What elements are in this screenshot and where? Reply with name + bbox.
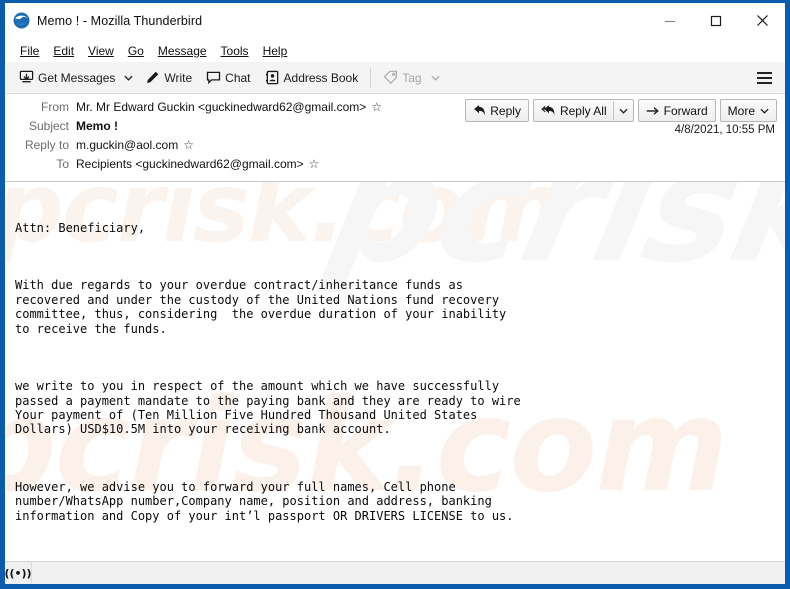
body-paragraph-2: we write to you in respect of the amount… — [15, 379, 521, 437]
menu-edit-label: Edit — [53, 43, 75, 58]
reply-all-button[interactable]: Reply All — [532, 99, 634, 122]
from-value-wrap: Mr. Mr Edward Guckin <guckinedward62@gma… — [76, 100, 382, 114]
menu-tools-label: Tools — [220, 43, 249, 58]
chevron-down-icon — [124, 75, 133, 81]
reply-to-value-wrap: m.guckin@aol.com ☆ — [76, 138, 194, 152]
reply-all-dropdown[interactable] — [612, 101, 633, 120]
reply-to-label: Reply to — [24, 138, 69, 152]
menu-file-label: File — [20, 43, 40, 58]
hamburger-menu-icon-bar — [756, 81, 772, 84]
reply-button[interactable]: Reply — [465, 99, 529, 122]
reply-to-value: m.guckin@aol.com — [76, 138, 179, 152]
tag-button[interactable]: Tag — [376, 64, 428, 91]
to-label: To — [56, 157, 69, 171]
reply-all-arrow-icon — [541, 104, 556, 117]
menu-edit[interactable]: Edit — [46, 42, 81, 60]
write-label: Write — [164, 70, 193, 85]
pencil-icon — [145, 70, 160, 85]
connection-status-icon[interactable]: ((•)) — [4, 562, 32, 584]
menu-view-label: View — [88, 43, 114, 58]
title-bar: Memo ! - Mozilla Thunderbird — [5, 3, 785, 39]
menu-go-label: Go — [127, 43, 144, 58]
body-paragraph-1: With due regards to your overdue contrac… — [15, 278, 507, 336]
close-button[interactable] — [739, 3, 785, 38]
get-messages-label: Get Messages — [38, 70, 116, 85]
address-book-button[interactable]: Address Book — [258, 64, 366, 91]
reply-all-label: Reply All — [559, 103, 607, 118]
menu-tools[interactable]: Tools — [214, 42, 256, 60]
star-icon[interactable]: ☆ — [371, 101, 382, 113]
write-button[interactable]: Write — [138, 64, 199, 91]
hamburger-menu-icon-bar — [756, 71, 772, 74]
forward-arrow-icon — [646, 105, 660, 116]
message-header: From Mr. Mr Edward Guckin <guckinedward6… — [5, 94, 785, 182]
header-row-reply-to: Reply to m.guckin@aol.com ☆ — [5, 138, 785, 157]
more-dropdown-caret — [760, 106, 769, 116]
tag-dropdown[interactable] — [429, 65, 445, 90]
menu-bar: File Edit View Go Message Tools Help — [5, 39, 785, 62]
menu-help-label: Help — [262, 43, 288, 58]
body-salutation: Attn: Beneficiary, — [15, 220, 146, 235]
subject-label: Subject — [28, 119, 69, 133]
tag-label: Tag — [402, 70, 422, 85]
chat-button[interactable]: Chat — [199, 64, 257, 91]
message-actions: Reply Reply All Forward More — [461, 99, 777, 122]
menu-message[interactable]: Message — [151, 42, 214, 60]
address-book-label: Address Book — [283, 70, 359, 85]
main-toolbar: Get Messages Write Chat Address Book Tag — [5, 62, 785, 94]
from-label: From — [41, 100, 69, 114]
body-paragraph-3: However, we advise you to forward your f… — [15, 480, 514, 523]
forward-label: Forward — [663, 103, 708, 118]
address-book-icon — [265, 70, 280, 85]
menu-view[interactable]: View — [81, 42, 121, 60]
more-label: More — [727, 103, 755, 118]
status-bar: ((•)) — [4, 561, 785, 584]
chevron-down-icon — [619, 108, 628, 114]
reply-label: Reply — [490, 103, 521, 118]
hamburger-menu-icon-bar — [756, 76, 772, 79]
menu-go[interactable]: Go — [121, 42, 151, 60]
window-title: Memo ! - Mozilla Thunderbird — [37, 13, 203, 28]
maximize-button[interactable] — [693, 3, 739, 38]
window-controls — [647, 3, 785, 38]
get-messages-button[interactable]: Get Messages — [12, 64, 122, 91]
minimize-icon — [665, 20, 675, 22]
to-value-wrap: Recipients <guckinedward62@gmail.com> ☆ — [76, 157, 319, 171]
message-date: 4/8/2021, 10:55 PM — [674, 124, 775, 136]
star-icon[interactable]: ☆ — [183, 139, 194, 151]
close-icon — [756, 15, 768, 26]
from-value: Mr. Mr Edward Guckin <guckinedward62@gma… — [76, 100, 367, 114]
thunderbird-icon — [13, 12, 30, 29]
more-button[interactable]: More — [719, 99, 777, 122]
chat-bubble-icon — [206, 70, 221, 85]
chat-label: Chat — [225, 70, 251, 85]
reply-arrow-icon — [473, 104, 486, 117]
menu-file[interactable]: File — [13, 42, 46, 60]
message-body-text: Attn: Beneficiary, With due regards to y… — [5, 182, 785, 561]
download-inbox-icon — [19, 70, 34, 85]
header-row-to: To Recipients <guckinedward62@gmail.com>… — [5, 157, 785, 176]
app-menu-button[interactable] — [751, 62, 777, 93]
subject-value: Memo ! — [76, 119, 118, 133]
tag-icon — [383, 70, 398, 85]
get-messages-dropdown[interactable] — [122, 65, 138, 90]
maximize-icon — [710, 15, 722, 26]
menu-help[interactable]: Help — [256, 42, 295, 60]
to-value: Recipients <guckinedward62@gmail.com> — [76, 157, 304, 171]
chevron-down-icon — [431, 75, 440, 81]
menu-message-label: Message — [157, 43, 207, 58]
star-icon[interactable]: ☆ — [309, 158, 320, 170]
forward-button[interactable]: Forward — [637, 99, 716, 122]
minimize-button[interactable] — [647, 3, 693, 38]
message-body-pane: pcrisk.com pcrisk.com pcrisk.com Attn: B… — [5, 182, 785, 561]
thunderbird-window: Memo ! - Mozilla Thunderbird File Edit V… — [0, 0, 790, 589]
chevron-down-icon — [760, 108, 769, 114]
toolbar-separator — [370, 67, 372, 88]
